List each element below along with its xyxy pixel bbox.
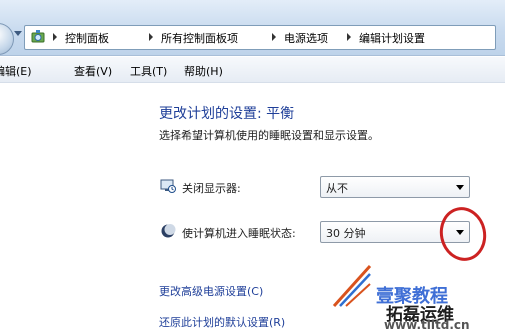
display-off-label: 关闭显示器:	[182, 182, 241, 195]
forward-button[interactable]	[0, 23, 14, 55]
chevron-down-icon[interactable]	[456, 185, 464, 190]
advanced-power-settings-link[interactable]: 更改高级电源设置(C)	[159, 283, 263, 299]
breadcrumb-edit-plan: 编辑计划设置	[359, 32, 425, 45]
control-panel-icon	[31, 30, 45, 43]
breadcrumb-separator-icon[interactable]	[149, 33, 153, 41]
breadcrumb-all-items[interactable]: 所有控制面板项	[161, 30, 238, 46]
breadcrumb-control-panel[interactable]: 控制面板	[65, 30, 109, 46]
recent-pages-dropdown-icon[interactable]	[14, 31, 22, 36]
menu-view[interactable]: 查看(V)	[74, 63, 112, 79]
breadcrumb-separator-icon[interactable]	[53, 33, 57, 41]
monitor-icon	[160, 179, 176, 193]
display-off-value: 从不	[326, 182, 348, 195]
menu-bar: 编辑(E) 查看(V) 工具(T) 帮助(H)	[0, 57, 505, 83]
breadcrumb-power-options[interactable]: 电源选项	[284, 30, 328, 46]
restore-defaults-link[interactable]: 还原此计划的默认设置(R)	[159, 314, 285, 330]
sleep-value: 30 分钟	[326, 227, 366, 240]
breadcrumb-separator-icon[interactable]	[272, 33, 276, 41]
menu-edit[interactable]: 编辑(E)	[0, 63, 32, 79]
menu-tools[interactable]: 工具(T)	[130, 63, 167, 79]
sleep-label: 使计算机进入睡眠状态:	[182, 227, 296, 240]
page-title: 更改计划的设置: 平衡	[159, 106, 295, 122]
display-off-select[interactable]: 从不	[320, 176, 470, 198]
breadcrumb[interactable]: 控制面板 所有控制面板项 电源选项 编辑计划设置	[24, 25, 496, 50]
page-subtitle: 选择希望计算机使用的睡眠设置和显示设置。	[159, 129, 379, 142]
watermark-url: www.tlltd.cn	[384, 318, 470, 332]
watermark-logo-icon	[332, 264, 372, 308]
menu-help[interactable]: 帮助(H)	[184, 63, 223, 79]
highlight-circle	[434, 202, 492, 266]
moon-icon	[161, 224, 176, 238]
breadcrumb-separator-icon[interactable]	[347, 33, 351, 41]
address-bar: 控制面板 所有控制面板项 电源选项 编辑计划设置	[0, 0, 505, 56]
